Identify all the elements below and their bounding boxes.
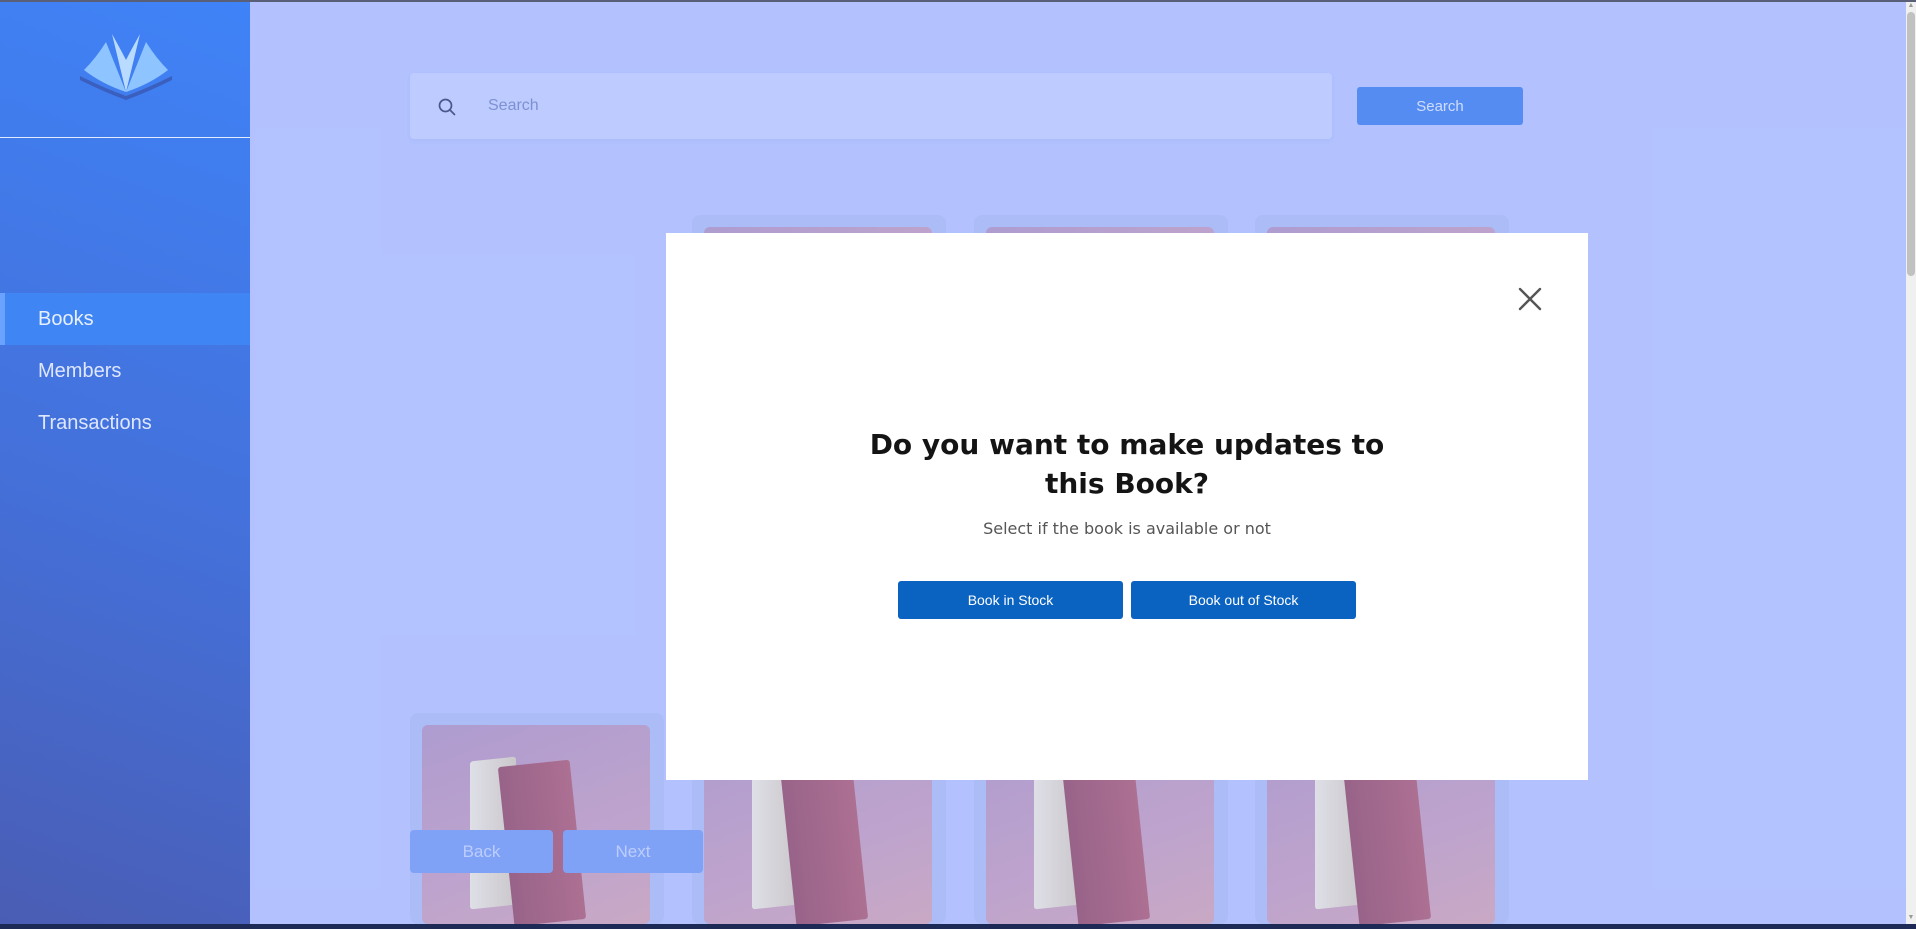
app-window: Books Members Transactions Search Search… bbox=[0, 0, 1916, 924]
scrollbar-thumb[interactable] bbox=[1907, 12, 1915, 276]
scroll-up-arrow-icon[interactable]: ▲ bbox=[1907, 1, 1915, 11]
sidebar-item-members[interactable]: Members bbox=[0, 345, 250, 397]
sidebar-logo-area bbox=[0, 0, 250, 138]
scroll-down-arrow-icon[interactable]: ▼ bbox=[1907, 913, 1915, 923]
modal-title-line: this Book? bbox=[1044, 467, 1209, 500]
book-in-stock-button[interactable]: Book in Stock bbox=[898, 581, 1123, 619]
modal-title: Do you want to make updates to this Book… bbox=[666, 425, 1588, 503]
open-book-logo-icon bbox=[80, 34, 172, 100]
window-top-border bbox=[0, 0, 1916, 2]
book-out-of-stock-button[interactable]: Book out of Stock bbox=[1131, 581, 1356, 619]
update-book-modal: Do you want to make updates to this Book… bbox=[666, 233, 1588, 780]
sidebar-nav: Books Members Transactions bbox=[0, 293, 250, 449]
sidebar-item-label: Members bbox=[38, 360, 122, 382]
sidebar-item-label: Books bbox=[38, 308, 94, 330]
modal-subtitle: Select if the book is available or not bbox=[983, 519, 1271, 538]
sidebar-item-label: Transactions bbox=[38, 412, 152, 434]
close-icon[interactable] bbox=[1516, 285, 1544, 313]
sidebar: Books Members Transactions bbox=[0, 0, 250, 924]
sidebar-item-transactions[interactable]: Transactions bbox=[0, 397, 250, 449]
vertical-scrollbar[interactable]: ▲ ▼ bbox=[1906, 0, 1916, 924]
modal-title-line: Do you want to make updates to bbox=[869, 428, 1385, 461]
sidebar-item-books[interactable]: Books bbox=[0, 293, 250, 345]
